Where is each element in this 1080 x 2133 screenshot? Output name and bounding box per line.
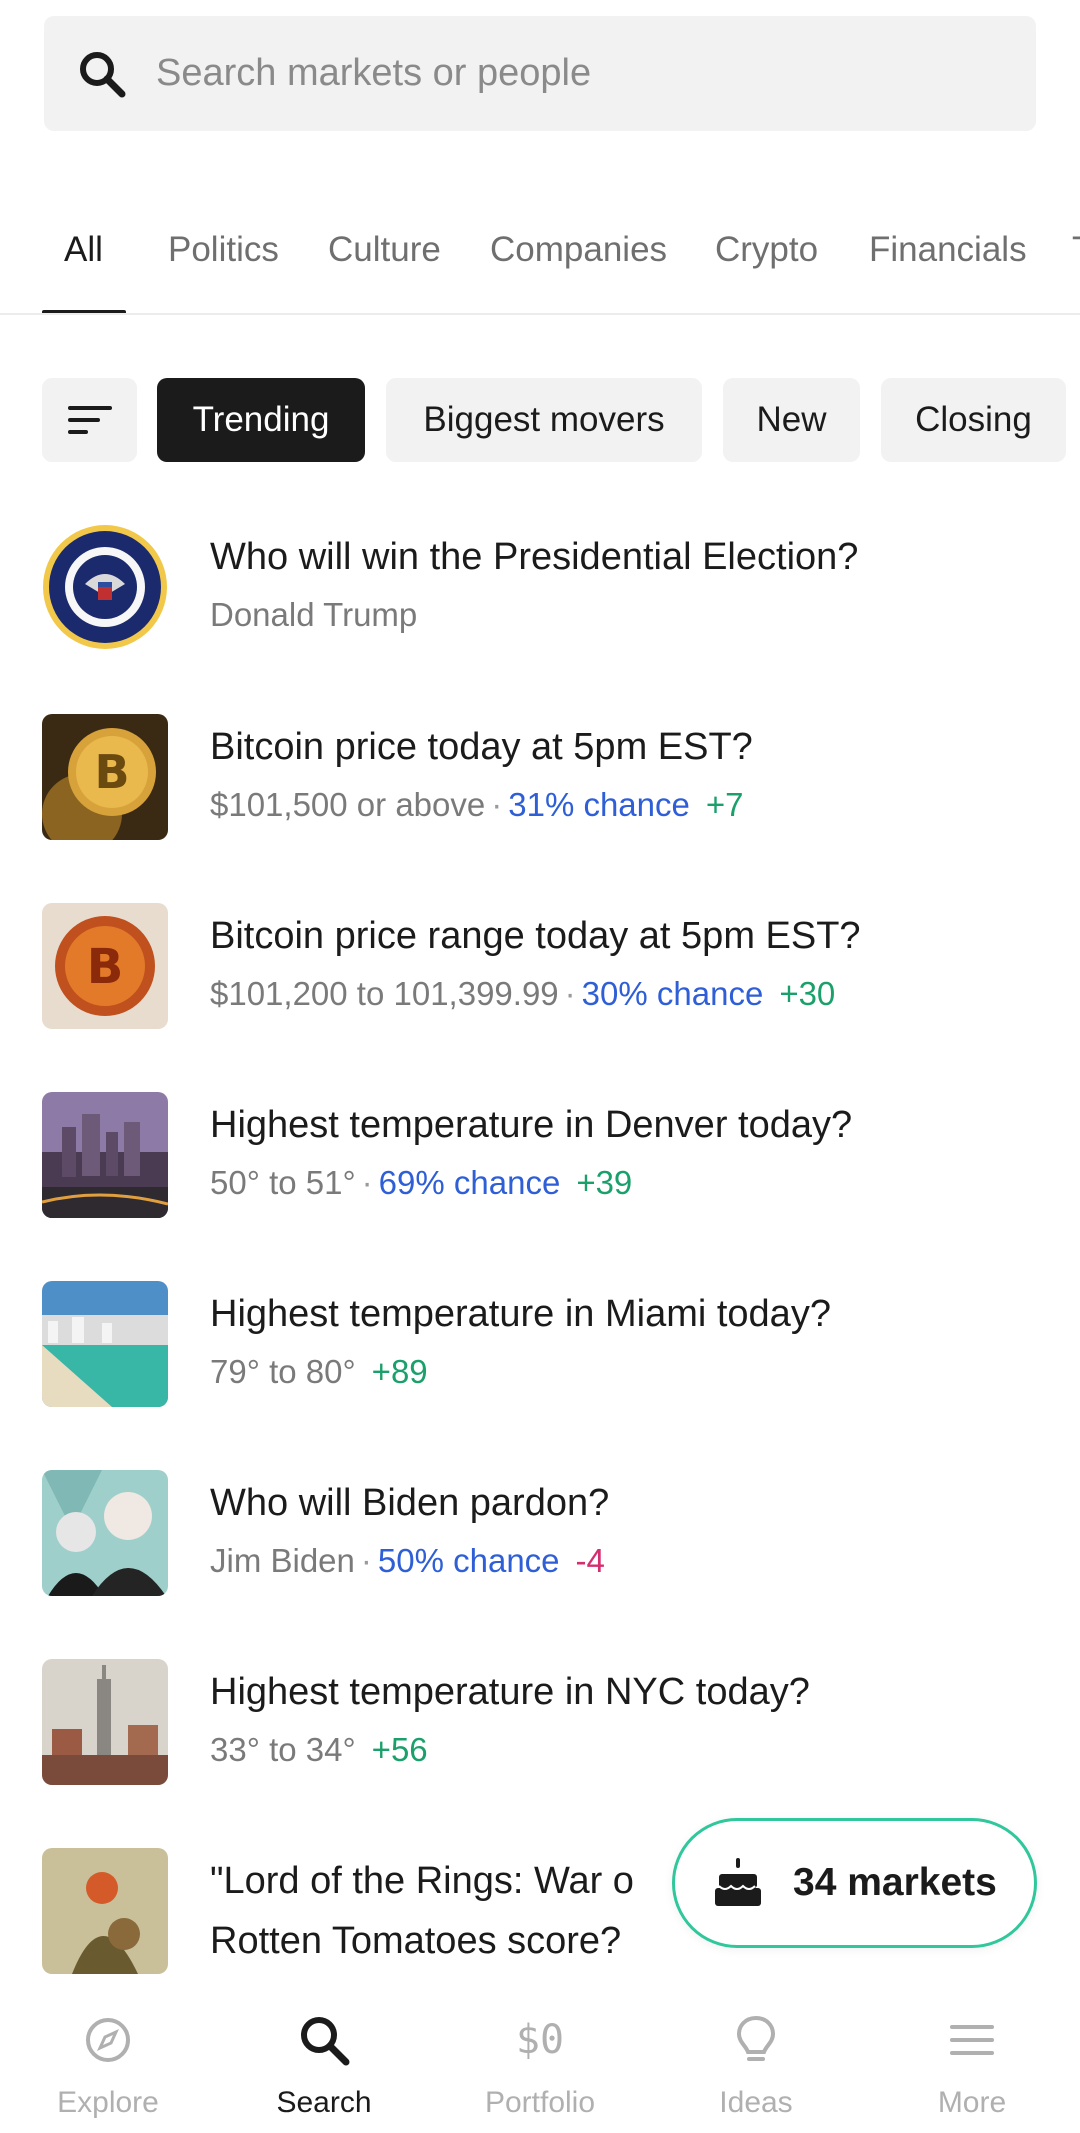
menu-icon	[942, 2010, 1002, 2070]
miami-beach-image	[42, 1281, 168, 1407]
market-row[interactable]: B Bitcoin price today at 5pm EST? $101,5…	[0, 714, 1080, 894]
markets-count-button[interactable]: 34 markets	[672, 1818, 1037, 1948]
market-row[interactable]: Who will Biden pardon? Jim Biden · 50% cha…	[0, 1470, 1080, 1650]
outcome-label: Jim Biden	[210, 1542, 355, 1579]
chip-closing[interactable]: Closing	[881, 378, 1066, 462]
outcome-label: $101,500 or above	[210, 786, 486, 823]
market-row[interactable]: Highest temperature in Denver today? 50°…	[0, 1092, 1080, 1272]
market-title: Bitcoin price today at 5pm EST?	[210, 726, 753, 768]
bitcoin-glow-image: B	[42, 903, 168, 1029]
market-outcome: 50° to 51° · 69% chance +39	[210, 1164, 633, 1201]
market-outcome: 33° to 34° +56	[210, 1731, 428, 1769]
bottom-nav: Explore Search $0 Portfolio Ideas More	[0, 1988, 1080, 2133]
filter-chips: Trending Biggest movers New Closing	[0, 378, 1080, 462]
market-row[interactable]: Highest temperature in Miami today? 79° …	[0, 1281, 1080, 1461]
market-title: "Lord of the Rings: War o	[210, 1860, 634, 1902]
delta-label: +30	[779, 975, 836, 1012]
delta-label: +89	[371, 1353, 428, 1390]
nav-label: Portfolio	[484, 2086, 596, 2119]
nav-explore[interactable]: Explore	[0, 1988, 216, 2133]
market-title: Bitcoin price range today at 5pm EST?	[210, 915, 861, 957]
nav-label: Ideas	[719, 2086, 793, 2119]
market-outcome: 79° to 80° +89	[210, 1353, 428, 1391]
outcome-label: 79° to 80°	[210, 1353, 356, 1390]
biden-photo-image	[42, 1470, 168, 1596]
market-row[interactable]: Who will win the Presidential Election? …	[0, 524, 1080, 704]
market-title: Highest temperature in Denver today?	[210, 1104, 853, 1146]
delta-label: +39	[576, 1164, 633, 1201]
svg-text:B: B	[94, 745, 129, 799]
nav-search[interactable]: Search	[216, 1988, 432, 2133]
search-icon	[294, 2010, 354, 2070]
chance-label: 50% chance	[377, 1542, 560, 1579]
chance-label: 31% chance	[508, 786, 690, 823]
market-title: Who will win the Presidential Election?	[210, 536, 859, 578]
tab-politics[interactable]: Politics	[168, 230, 279, 270]
nav-ideas[interactable]: Ideas	[648, 1988, 864, 2133]
denver-skyline-image	[42, 1092, 168, 1218]
lightbulb-icon	[726, 2010, 786, 2070]
outcome-label: $101,200 to 101,399.99	[210, 975, 559, 1012]
market-row[interactable]: Highest temperature in NYC today? 33° to…	[0, 1659, 1080, 1839]
lotr-poster-image	[42, 1848, 168, 1974]
nav-label: More	[937, 2086, 1007, 2119]
market-title: Highest temperature in Miami today?	[210, 1293, 831, 1335]
nav-more[interactable]: More	[864, 1988, 1080, 2133]
search-icon	[70, 42, 134, 106]
outcome-label: 33° to 34°	[210, 1731, 356, 1768]
chip-new[interactable]: New	[723, 378, 860, 462]
search-input[interactable]	[156, 52, 976, 95]
market-title-line2: Rotten Tomatoes score?	[210, 1920, 622, 1962]
outcome-label: 50° to 51°	[210, 1164, 356, 1201]
delta-label: +7	[705, 786, 744, 823]
delta-label: -4	[575, 1542, 605, 1579]
nav-label: Search	[276, 2086, 372, 2119]
market-title: Who will Biden pardon?	[210, 1482, 610, 1524]
active-tab-indicator	[42, 310, 126, 313]
tab-financials[interactable]: Financials	[869, 230, 1027, 270]
bitcoin-coin-image: B	[42, 714, 168, 840]
nav-portfolio[interactable]: $0 Portfolio	[432, 1988, 648, 2133]
presidential-seal-image	[42, 524, 168, 650]
search-bar[interactable]	[44, 16, 1036, 131]
nyc-skyline-image	[42, 1659, 168, 1785]
tab-more[interactable]: T	[1072, 230, 1080, 270]
svg-text:B: B	[87, 939, 124, 995]
chance-label: 69% chance	[378, 1164, 561, 1201]
tab-companies[interactable]: Companies	[490, 230, 667, 270]
market-outcome: $101,500 or above · 31% chance +7	[210, 786, 744, 823]
chip-biggest-movers[interactable]: Biggest movers	[386, 378, 702, 462]
cake-icon	[715, 1858, 761, 1906]
market-outcome: $101,200 to 101,399.99 · 30% chance +30	[210, 975, 836, 1012]
tab-crypto[interactable]: Crypto	[715, 230, 818, 270]
delta-label: +56	[371, 1731, 428, 1768]
outcome-label: Donald Trump	[210, 596, 418, 633]
chip-trending[interactable]: Trending	[157, 378, 365, 462]
nav-label: Explore	[57, 2086, 159, 2119]
chance-label: 30% chance	[581, 975, 764, 1012]
market-outcome: Donald Trump	[210, 596, 417, 634]
market-outcome: Jim Biden · 50% chance -4	[210, 1542, 605, 1579]
market-title: Highest temperature in NYC today?	[210, 1671, 810, 1713]
category-tabs: All Politics Culture Companies Crypto Fi…	[0, 200, 1080, 315]
markets-count-label: 34 markets	[793, 1861, 997, 1904]
compass-icon	[78, 2010, 138, 2070]
portfolio-balance: $0	[510, 2010, 570, 2070]
market-row[interactable]: B Bitcoin price range today at 5pm EST? …	[0, 903, 1080, 1083]
tab-culture[interactable]: Culture	[328, 230, 441, 270]
sort-icon	[67, 406, 112, 434]
sort-button[interactable]	[42, 378, 137, 462]
balance-label: $0	[515, 2017, 565, 2063]
tab-all[interactable]: All	[64, 230, 103, 270]
